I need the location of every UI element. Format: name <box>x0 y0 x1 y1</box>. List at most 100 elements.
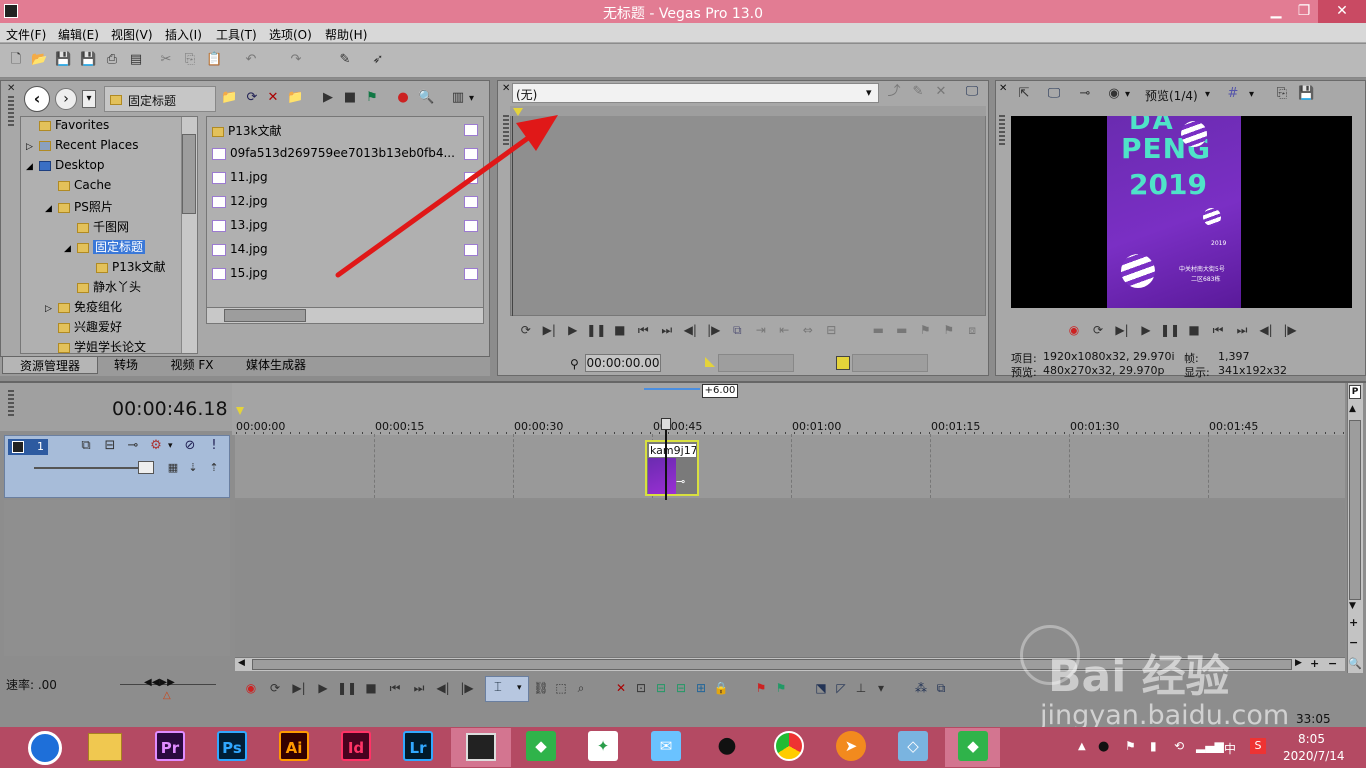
record-icon[interactable]: ◉ <box>1063 322 1085 338</box>
zoom-in-vertical-icon[interactable]: + <box>1349 616 1358 629</box>
taskbar-app-ps-icon[interactable]: Ps <box>217 731 247 761</box>
loop-icon[interactable]: ⟳ <box>515 322 537 338</box>
menu-tools[interactable]: 工具(T) <box>216 26 257 43</box>
track-expand-icon[interactable]: ⇣ <box>185 460 201 476</box>
track-motion-blur-icon[interactable]: ▦ <box>165 460 181 476</box>
new-folder-icon[interactable]: 📁 <box>287 90 303 106</box>
in-point-field[interactable] <box>718 354 794 372</box>
back-icon[interactable]: ‹ <box>24 86 50 112</box>
external-monitor-icon[interactable]: 🖵 <box>1046 86 1062 102</box>
track-mute-icon[interactable]: ⊘ <box>182 438 198 454</box>
track-fx-icon[interactable]: ⊟ <box>102 438 118 454</box>
orange-app-icon[interactable]: ➤ <box>836 731 866 761</box>
play-from-start-icon[interactable]: ▶| <box>539 322 561 338</box>
file-explorer-icon[interactable] <box>88 733 122 761</box>
trimmer-dropdown[interactable] <box>512 83 879 103</box>
quality-dropdown-icon[interactable]: ▾ <box>1205 89 1210 100</box>
tree-item[interactable]: ▷ 免疫组化 <box>45 298 122 318</box>
tray-sogou-icon[interactable]: S <box>1250 738 1266 754</box>
lock-icon[interactable]: 🔒 <box>712 680 730 696</box>
playhead-handle[interactable] <box>661 418 671 430</box>
tray-sync-icon[interactable]: ⟲ <box>1174 739 1184 753</box>
redo-icon[interactable]: ↷ <box>288 52 304 68</box>
trim-end-icon[interactable]: ⇤ <box>774 322 796 338</box>
tree-item[interactable]: ◢ Desktop <box>26 158 105 178</box>
file-scroll-thumb[interactable] <box>224 309 306 322</box>
loop-icon[interactable]: ⟳ <box>1087 322 1109 338</box>
overlays-icon[interactable]: # <box>1225 86 1241 102</box>
undo-icon[interactable]: ↶ <box>243 52 259 68</box>
track-collapse-icon[interactable]: ⇡ <box>206 460 222 476</box>
whats-this-icon[interactable]: ➶ <box>370 52 386 68</box>
next-frame-icon[interactable]: |▶ <box>703 322 725 338</box>
open-icon[interactable]: 📂 <box>31 52 47 68</box>
history-dropdown-icon[interactable]: ▾ <box>82 90 96 108</box>
colorful-app-icon[interactable]: ✦ <box>588 731 618 761</box>
track-solo-icon[interactable]: ! <box>206 438 222 454</box>
taskbar-app-lr-icon[interactable]: Lr <box>403 731 433 761</box>
tab-media-generators[interactable]: 媒体生成器 <box>230 356 322 374</box>
expand-arrow-icon[interactable]: ▷ <box>45 304 58 314</box>
go-to-start-icon[interactable]: ⏮ <box>1207 322 1229 338</box>
previous-frame-icon[interactable]: ◀| <box>680 322 702 338</box>
menu-view[interactable]: 视图(V) <box>111 26 153 43</box>
zoom-tool-icon[interactable]: ⌕ <box>572 680 590 696</box>
play-icon[interactable]: ▶ <box>312 680 334 696</box>
tray-expand-icon[interactable]: ▲ <box>1078 741 1086 752</box>
preview-properties-icon[interactable]: ⇱ <box>1016 86 1032 102</box>
trimmer-view[interactable] <box>510 106 986 316</box>
edit-tool-dropdown-icon[interactable]: ▾ <box>517 683 522 693</box>
next-frame-icon[interactable]: |▶ <box>456 680 478 696</box>
track-level-thumb[interactable] <box>138 461 154 474</box>
snapping-dropdown-icon[interactable]: ▾ <box>872 680 890 696</box>
tree-item[interactable]: 学姐学长论文 <box>45 338 146 354</box>
delete-icon[interactable]: ✕ <box>265 90 281 106</box>
play-icon[interactable]: ▶ <box>562 322 584 338</box>
split-icon[interactable]: ⊞ <box>692 680 710 696</box>
expand-arrow-icon[interactable]: ◢ <box>64 244 77 254</box>
pause-icon[interactable]: ❚❚ <box>586 322 608 338</box>
stop-icon[interactable]: ■ <box>609 322 631 338</box>
auto-preview-icon[interactable]: ⚑ <box>364 90 380 106</box>
explorer-stop-icon[interactable]: ■ <box>342 90 358 106</box>
timeline-timecode[interactable]: 00:00:46.18 <box>112 398 228 420</box>
panel-grip[interactable] <box>8 96 14 126</box>
add-to-timeline-icon[interactable]: ⤴ <box>886 84 902 100</box>
clip-fx-icon[interactable]: ⊸ <box>676 475 685 488</box>
chat-app-icon[interactable]: ✉ <box>651 731 681 761</box>
taskbar-time[interactable]: 8:05 <box>1298 732 1325 746</box>
menu-file[interactable]: 文件(F) <box>6 26 46 43</box>
paste-icon[interactable]: 📋 <box>206 52 222 68</box>
tray-network-icon[interactable]: ▂▄▆ <box>1196 739 1224 753</box>
trim-icon[interactable]: ⊡ <box>632 680 650 696</box>
chrome-icon[interactable] <box>774 731 804 761</box>
track-settings-dropdown-icon[interactable]: ▾ <box>168 441 173 451</box>
ignore-grouping-icon[interactable]: ⧉ <box>932 680 950 696</box>
record-icon[interactable]: ◉ <box>240 680 262 696</box>
tab-explorer[interactable]: 资源管理器 <box>2 356 98 374</box>
vscroll-down-icon[interactable]: ▼ <box>1349 601 1356 611</box>
properties-icon[interactable]: ▤ <box>128 52 144 68</box>
blue-app-icon[interactable]: ◇ <box>898 731 928 761</box>
preview-quality[interactable]: 预览(1/4) <box>1145 87 1198 104</box>
tree-item[interactable]: 兴趣爱好 <box>45 318 122 338</box>
tree-item[interactable]: 静水丫头 <box>64 278 141 298</box>
tree-item[interactable]: Favorites <box>26 118 109 138</box>
pause-icon[interactable]: ❚❚ <box>336 680 358 696</box>
play-icon[interactable]: ▶ <box>1135 322 1157 338</box>
save-as-icon[interactable]: 💾 <box>80 52 96 68</box>
create-region-icon[interactable]: ⧉ <box>727 322 749 338</box>
auto-ripple-icon[interactable]: ⬔ <box>812 680 830 696</box>
track-level-slider[interactable] <box>34 467 144 469</box>
overwrite-icon[interactable]: ▬ <box>868 322 890 338</box>
taskbar-app-id-icon[interactable]: Id <box>341 731 371 761</box>
add-marker-icon[interactable]: ⊟ <box>821 322 843 338</box>
stop-icon[interactable]: ■ <box>360 680 382 696</box>
stop-icon[interactable]: ■ <box>1183 322 1205 338</box>
vscroll-up-icon[interactable]: ▲ <box>1349 404 1356 414</box>
trim-end-icon[interactable]: ⊟ <box>672 680 690 696</box>
trimmer-edit-icon[interactable]: ✎ <box>910 84 926 100</box>
insert-marker-icon[interactable]: ⚑ <box>752 680 770 696</box>
split-dropdown-icon[interactable]: ▾ <box>1125 89 1130 100</box>
views-dropdown-icon[interactable]: ▾ <box>469 93 474 104</box>
